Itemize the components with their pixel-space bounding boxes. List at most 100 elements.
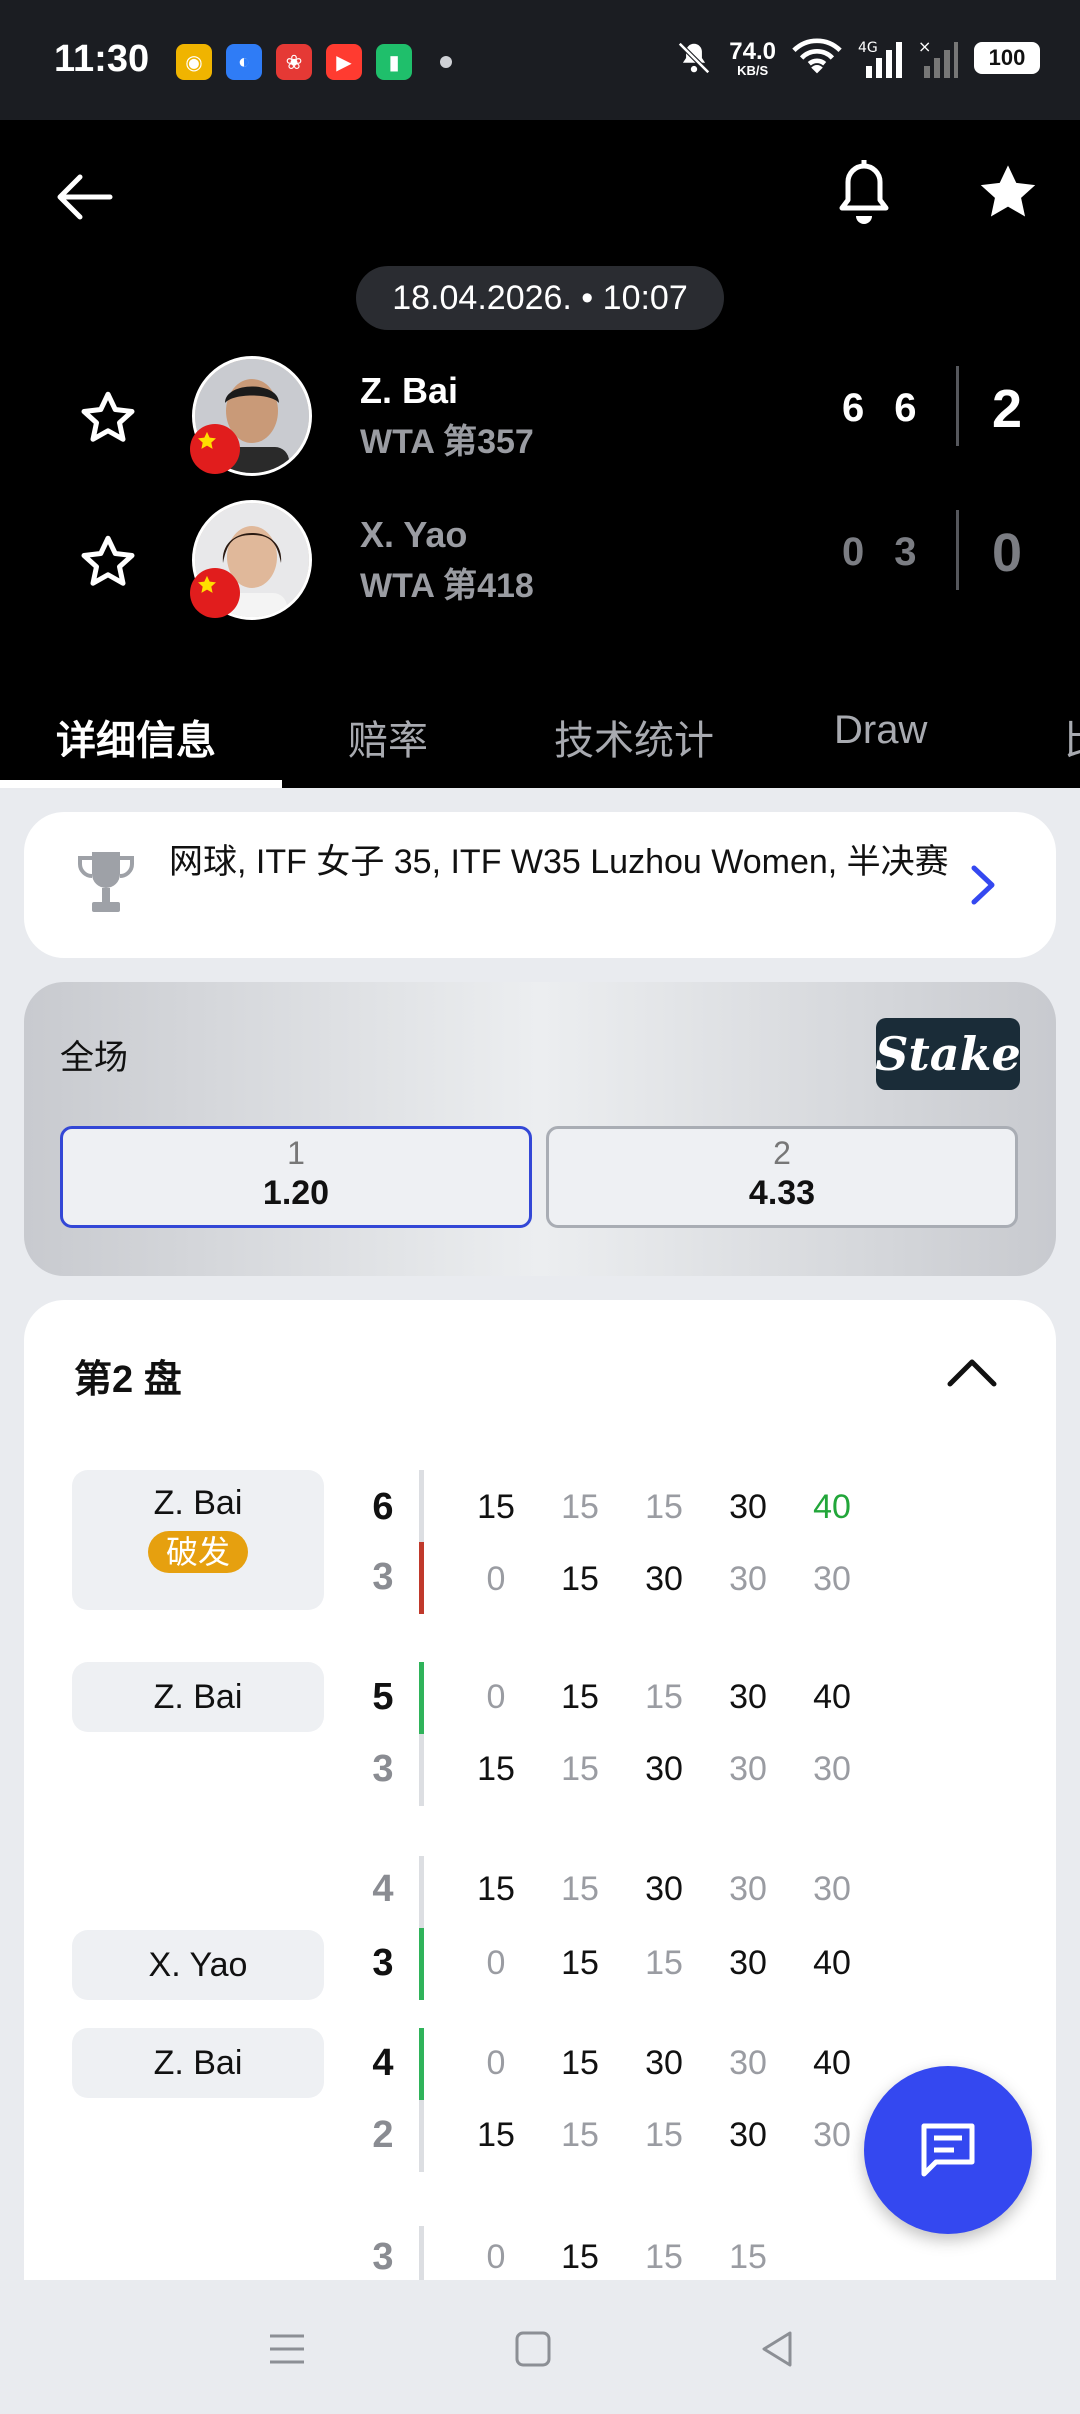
game-row: 3 0 15 15 15 xyxy=(24,2226,1056,2280)
follow-star-icon[interactable] xyxy=(78,532,138,592)
game-score-top: 4 xyxy=(372,2042,394,2084)
tab-draw[interactable]: Draw xyxy=(834,708,927,753)
favorite-star-icon[interactable] xyxy=(976,160,1040,224)
battery-app-icon: ▮ xyxy=(376,44,412,80)
server-label: Z. Bai 破发 xyxy=(72,1470,324,1610)
bell-icon[interactable] xyxy=(834,158,894,234)
chevron-right-icon[interactable] xyxy=(966,860,1000,910)
wifi-icon xyxy=(792,38,842,74)
game-row: Z. Bai 破发 6 3 15 15 15 30 40 0 15 30 30 … xyxy=(24,1470,1056,1614)
odds-market-label: 全场 xyxy=(60,1039,128,1077)
more-notifications-dot xyxy=(440,56,452,68)
odds-button-away[interactable]: 2 4.33 xyxy=(546,1126,1018,1228)
menu-icon[interactable] xyxy=(262,2324,312,2374)
total-score: 0 xyxy=(992,523,1023,583)
points-bottom: 0 15 30 30 30 xyxy=(486,1560,851,1598)
game-score-bottom: 2 xyxy=(372,2114,394,2156)
tournament-card[interactable]: 网球, ITF 女子 35, ITF W35 Luzhou Women, 半决赛 xyxy=(24,812,1056,958)
game-score-top: 6 xyxy=(372,1486,394,1528)
chat-button[interactable] xyxy=(864,2066,1032,2234)
tournament-name: 网球, ITF 女子 35, ITF W35 Luzhou Women, 半决赛 xyxy=(169,843,949,881)
video-app-icon: ▶ xyxy=(326,44,362,80)
set-title: 第2 盘 xyxy=(74,1359,182,1401)
svg-text:4G: 4G xyxy=(858,40,878,56)
tab-details[interactable]: 详细信息 xyxy=(56,708,216,766)
signal-empty-icon: × xyxy=(918,38,958,78)
trophy-icon xyxy=(78,852,134,912)
server-label: Z. Bai xyxy=(72,2028,324,2098)
back-arrow-icon[interactable] xyxy=(50,162,120,232)
tab-stats[interactable]: 技术统计 xyxy=(554,708,714,766)
game-score-top: 4 xyxy=(372,1868,394,1910)
hold-bar xyxy=(419,1928,424,2000)
points-top: 15 15 15 30 40 xyxy=(477,1488,851,1526)
china-flag-icon xyxy=(190,568,240,618)
tab-bar: 详细信息 赔率 技术统计 Draw 比 xyxy=(0,680,1080,788)
tab-more[interactable]: 比 xyxy=(1064,708,1080,766)
net-speed: 74.0 KB/S xyxy=(729,37,776,78)
system-nav-bar xyxy=(0,2280,1080,2414)
set-scores: 0 3 xyxy=(842,530,917,575)
game-bar xyxy=(419,1734,424,1806)
game-score-top: 5 xyxy=(372,1676,394,1718)
set-score: 6 xyxy=(842,386,865,430)
game-score-top: 3 xyxy=(372,2236,394,2278)
system-icons: 74.0 KB/S 4G × 100 xyxy=(675,38,1040,78)
player-name: X. Yao xyxy=(360,514,468,555)
chevron-up-icon[interactable] xyxy=(944,1354,1000,1390)
score-divider xyxy=(956,366,959,446)
set-score: 6 xyxy=(894,386,917,430)
odds-option-value: 1.20 xyxy=(262,1174,330,1212)
signal-4g-icon: 4G xyxy=(858,40,902,78)
server-label: X. Yao xyxy=(72,1930,324,2000)
game-score-bottom: 3 xyxy=(372,1748,394,1790)
shopping-app-icon: ❀ xyxy=(276,44,312,80)
stake-logo[interactable]: Stake xyxy=(875,1018,1021,1090)
back-triangle-icon[interactable] xyxy=(752,2324,802,2374)
match-header: 18.04.2026. • 10:07 Z. Bai WTA 第357 6 6 … xyxy=(0,120,1080,788)
weibo-app-icon: ◉ xyxy=(176,44,212,80)
game-bar xyxy=(419,1856,424,1928)
tab-indicator xyxy=(0,780,282,788)
odds-button-home[interactable]: 1 1.20 xyxy=(60,1126,532,1228)
odds-option-value: 4.33 xyxy=(748,1174,816,1212)
player-row-2[interactable]: X. Yao WTA 第418 0 3 0 xyxy=(0,500,1080,620)
break-bar xyxy=(419,1542,424,1614)
status-bar: 11:30 ◉ ◐ ❀ ▶ ▮ 74.0 KB/S 4G × 100 xyxy=(0,0,1080,120)
break-badge: 破发 xyxy=(147,1531,248,1573)
chat-icon xyxy=(921,2123,975,2177)
total-score: 2 xyxy=(992,379,1023,439)
odds-option-label: 2 xyxy=(773,1135,791,1171)
svg-text:×: × xyxy=(918,38,931,56)
match-datetime: 18.04.2026. • 10:07 xyxy=(356,266,724,330)
status-time: 11:30 xyxy=(54,38,150,80)
notification-icons: ◉ ◐ ❀ ▶ ▮ xyxy=(176,44,452,80)
hold-bar xyxy=(419,2028,424,2100)
points-bottom: 15 15 15 30 30 xyxy=(477,2116,851,2154)
server-label: Z. Bai xyxy=(72,1662,324,1732)
points-top: 0 15 30 30 40 xyxy=(486,2044,851,2082)
odds-card: 全场 Stake 1 1.20 2 4.33 xyxy=(24,982,1056,1276)
browser-app-icon: ◐ xyxy=(226,44,262,80)
set-score: 3 xyxy=(894,530,917,574)
player-name: Z. Bai xyxy=(360,370,459,411)
points-top: 0 15 15 30 40 xyxy=(486,1678,851,1716)
game-bar xyxy=(419,1470,424,1542)
battery-indicator: 100 xyxy=(974,42,1040,74)
set-scores: 6 6 xyxy=(842,386,917,431)
tab-odds[interactable]: 赔率 xyxy=(348,708,428,766)
follow-star-icon[interactable] xyxy=(78,388,138,448)
player-row-1[interactable]: Z. Bai WTA 第357 6 6 2 xyxy=(0,356,1080,476)
game-row: X. Yao 4 3 15 15 30 30 30 0 15 15 30 40 xyxy=(24,1856,1056,2000)
odds-option-label: 1 xyxy=(287,1135,305,1171)
points-top: 15 15 30 30 30 xyxy=(477,1870,851,1908)
points-top: 0 15 15 15 xyxy=(486,2238,767,2276)
hold-bar xyxy=(419,1662,424,1734)
mute-bell-icon xyxy=(678,42,711,74)
home-icon[interactable] xyxy=(508,2324,558,2374)
score-divider xyxy=(956,510,959,590)
game-bar xyxy=(419,2226,424,2280)
set-score: 0 xyxy=(842,530,865,574)
player-rank: WTA 第418 xyxy=(360,567,534,605)
player-rank: WTA 第357 xyxy=(360,423,534,461)
